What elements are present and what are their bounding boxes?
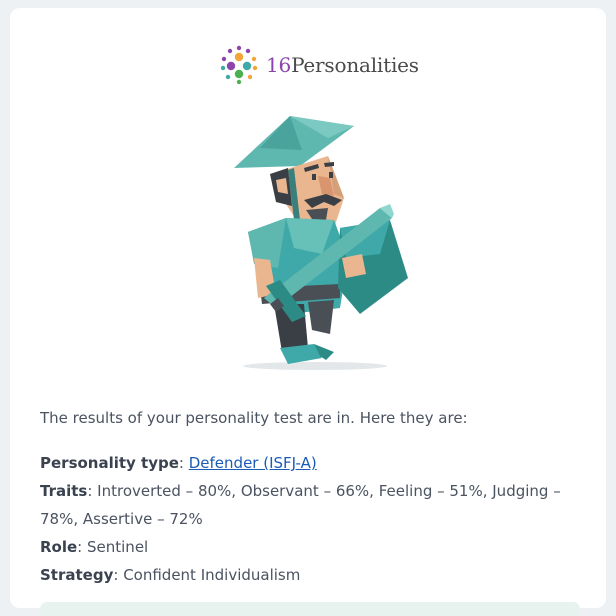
results-details: Personality type: Defender (ISFJ-A) Trai… xyxy=(40,449,585,589)
intro-text: The results of your personality test are… xyxy=(40,409,468,427)
role-label: Role xyxy=(40,538,78,556)
dots-logo-icon xyxy=(220,45,258,85)
strategy-value: Confident Individualism xyxy=(123,566,301,584)
email-card: 16Personalities The results of your pers… xyxy=(10,8,606,616)
traits-label: Traits xyxy=(40,482,88,500)
personality-type-label: Personality type xyxy=(40,454,179,472)
traits-line: Traits: Introverted – 80%, Observant – 6… xyxy=(40,482,561,528)
brand-name-suffix: Personalities xyxy=(291,53,419,77)
role-line: Role: Sentinel xyxy=(40,538,149,556)
brand-logo[interactable]: 16Personalities xyxy=(218,44,419,86)
strategy-line: Strategy: Confident Individualism xyxy=(40,566,301,584)
next-section-box xyxy=(40,602,580,616)
brand-name-prefix: 16 xyxy=(266,53,292,77)
personality-type-line: Personality type: Defender (ISFJ-A) xyxy=(40,454,317,472)
brand-name: 16Personalities xyxy=(266,53,419,77)
defender-character-illustration xyxy=(234,116,408,370)
personality-type-link[interactable]: Defender (ISFJ-A) xyxy=(189,454,317,472)
strategy-label: Strategy xyxy=(40,566,114,584)
role-value: Sentinel xyxy=(87,538,149,556)
traits-value: Introverted – 80%, Observant – 66%, Feel… xyxy=(40,482,561,528)
